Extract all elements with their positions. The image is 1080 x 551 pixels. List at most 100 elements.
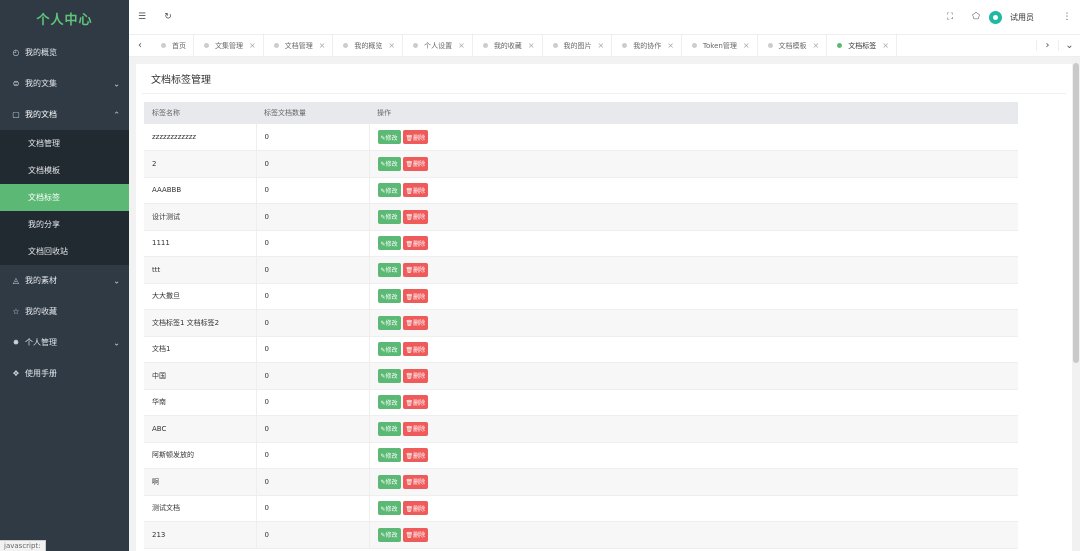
tag-name-cell: 大大撒旦 (144, 283, 257, 310)
edit-button[interactable]: ✎修改 (377, 130, 401, 144)
close-icon[interactable]: × (667, 41, 674, 50)
submenu-item-doc-templates[interactable]: 文档模板 (0, 157, 129, 184)
delete-button[interactable]: 🗑删除 (402, 501, 429, 516)
submenu-item-recycle-bin[interactable]: 文档回收站 (0, 238, 129, 265)
edit-button[interactable]: ✎修改 (377, 368, 401, 383)
edit-button[interactable]: ✎修改 (377, 262, 401, 277)
delete-button[interactable]: 🗑删除 (402, 289, 429, 304)
delete-button[interactable]: 🗑删除 (402, 342, 429, 357)
tag-name-cell: 中国 (144, 362, 257, 390)
theme-icon[interactable]: ⬠ (963, 12, 989, 22)
close-icon[interactable]: × (813, 41, 820, 50)
sidebar-item-overview[interactable]: ◴ 我的概览 (0, 37, 129, 68)
more-vertical-icon[interactable]: ⋮ (1054, 12, 1080, 22)
chevron-down-icon[interactable]: ⌄ (1058, 40, 1080, 51)
close-icon[interactable]: × (528, 41, 535, 50)
delete-button[interactable]: 🗑删除 (402, 315, 429, 330)
chevron-up-icon: ⌃ (113, 110, 120, 119)
sidebar-item-personal-manage[interactable]: ✸ 个人管理 ⌄ (0, 327, 129, 358)
tab-doc-templates[interactable]: 文档模板 × (758, 35, 828, 56)
edit-button[interactable]: ✎修改 (377, 209, 401, 224)
sidebar-item-favorites[interactable]: ☆ 我的收藏 (0, 296, 129, 327)
star-icon: ☆ (12, 307, 20, 316)
refresh-icon[interactable]: ↻ (155, 12, 181, 22)
submenu-item-my-shares[interactable]: 我的分享 (0, 211, 129, 238)
edit-button[interactable]: ✎修改 (377, 501, 401, 516)
user-menu[interactable]: 试用员 (989, 10, 1034, 24)
close-icon[interactable]: × (598, 41, 605, 50)
close-icon[interactable]: × (882, 41, 889, 50)
delete-button[interactable]: 🗑删除 (402, 448, 429, 463)
actions-cell: ✎修改 🗑删除 (369, 468, 1018, 496)
tab-doc-manage[interactable]: 文档管理 × (264, 35, 334, 56)
menu-toggle-icon[interactable]: ☰ (129, 12, 155, 22)
tab-doc-tags[interactable]: 文档标签 × (827, 35, 897, 56)
documents-submenu: 文档管理 文档模板 文档标签 我的分享 文档回收站 (0, 130, 129, 265)
tabs-scroll-left-icon[interactable]: ‹ (129, 35, 151, 56)
edit-button[interactable]: ✎修改 (377, 183, 401, 198)
edit-button[interactable]: ✎修改 (377, 156, 401, 171)
tabs-scroll-right-icon[interactable]: › (1036, 40, 1058, 51)
tab-collections[interactable]: 文集管理 × (194, 35, 264, 56)
delete-button[interactable]: 🗑删除 (402, 474, 429, 489)
edit-button[interactable]: ✎修改 (377, 448, 401, 463)
column-header-actions: 操作 (369, 102, 1018, 124)
image-icon: ◬ (12, 276, 20, 285)
tab-home[interactable]: 首页 (151, 35, 194, 56)
delete-button[interactable]: 🗑删除 (402, 368, 429, 383)
tab-token[interactable]: Token管理 × (682, 35, 758, 56)
tag-name-cell: 2 (144, 150, 257, 178)
scrollbar-thumb[interactable] (1073, 63, 1079, 363)
sidebar-item-collections[interactable]: ⊜ 我的文集 ⌄ (0, 68, 129, 99)
actions-cell: ✎修改 🗑删除 (369, 309, 1018, 337)
actions-cell: ✎修改 🗑删除 (369, 124, 1018, 151)
table-header-row: 标签名称 标签文档数量 操作 (144, 102, 1018, 124)
table-row: 阿斯顿发放的 0 ✎修改 🗑删除 (144, 442, 1018, 469)
sidebar-item-documents[interactable]: ▢ 我的文档 ⌃ (0, 99, 129, 130)
edit-button[interactable]: ✎修改 (377, 289, 401, 304)
sidebar-item-manual[interactable]: ❖ 使用手册 (0, 358, 129, 389)
close-icon[interactable]: × (388, 41, 395, 50)
delete-button[interactable]: 🗑删除 (402, 421, 429, 436)
close-icon[interactable]: × (458, 41, 465, 50)
tab-personal-settings[interactable]: 个人设置 × (403, 35, 473, 56)
submenu-item-doc-tags[interactable]: 文档标签 (0, 184, 129, 211)
tag-count-cell: 0 (256, 150, 370, 178)
edit-button[interactable]: ✎修改 (377, 315, 401, 330)
delete-button[interactable]: 🗑删除 (402, 156, 429, 171)
tab-collaboration[interactable]: 我的协作 × (612, 35, 682, 56)
submenu-item-doc-manage[interactable]: 文档管理 (0, 130, 129, 157)
tab-label: 我的概览 (354, 41, 383, 50)
tab-overview[interactable]: 我的概览 × (333, 35, 404, 56)
sidebar-item-materials[interactable]: ◬ 我的素材 ⌄ (0, 265, 129, 296)
tag-count-cell: 0 (256, 336, 370, 363)
user-name: 试用员 (1010, 12, 1034, 22)
close-icon[interactable]: × (319, 41, 326, 50)
chevron-down-icon: ⌄ (113, 79, 120, 88)
delete-button[interactable]: 🗑删除 (402, 395, 429, 410)
delete-button[interactable]: 🗑删除 (402, 183, 429, 198)
tab-dot (482, 43, 488, 48)
tag-name-cell: 213 (144, 521, 257, 549)
delete-button[interactable]: 🗑删除 (402, 236, 429, 251)
tab-favorites[interactable]: 我的收藏 × (473, 35, 543, 56)
delete-button[interactable]: 🗑删除 (402, 130, 429, 144)
edit-button[interactable]: ✎修改 (377, 395, 401, 410)
table-row: ttt 0 ✎修改 🗑删除 (144, 256, 1018, 284)
tab-label: 我的收藏 (493, 41, 522, 50)
delete-button[interactable]: 🗑删除 (402, 209, 429, 224)
page-scrollbar[interactable] (1072, 57, 1080, 551)
close-icon[interactable]: × (249, 41, 256, 50)
edit-button[interactable]: ✎修改 (377, 527, 401, 542)
edit-button[interactable]: ✎修改 (377, 421, 401, 436)
edit-button[interactable]: ✎修改 (377, 474, 401, 489)
close-icon[interactable]: × (743, 41, 750, 50)
tab-dot (691, 43, 697, 48)
tab-images[interactable]: 我的图片 × (543, 35, 613, 56)
delete-button[interactable]: 🗑删除 (402, 262, 429, 277)
tag-count-cell: 0 (256, 521, 370, 549)
edit-button[interactable]: ✎修改 (377, 342, 401, 357)
fullscreen-icon[interactable]: ⛶ (937, 12, 963, 22)
edit-button[interactable]: ✎修改 (377, 236, 401, 251)
delete-button[interactable]: 🗑删除 (402, 527, 429, 542)
